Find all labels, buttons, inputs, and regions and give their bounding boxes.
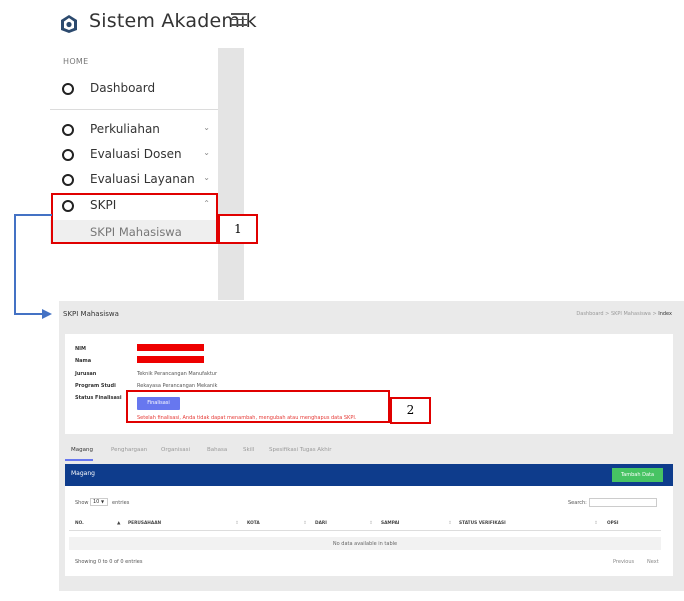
nama-label: Nama [75, 358, 92, 364]
sidebar-item-label: Dashboard [90, 81, 156, 95]
nim-redacted [137, 344, 204, 351]
sort-icon: ⇕ [369, 521, 373, 526]
prodi-value: Rekayasa Perancangan Mekanik [137, 383, 218, 389]
pagination-next[interactable]: Next [647, 559, 659, 565]
sort-asc-icon: ▲ [117, 521, 121, 526]
highlight-box-1 [51, 193, 218, 244]
search-label: Search: [568, 500, 587, 506]
sidebar-item-label: Evaluasi Dosen [90, 147, 182, 161]
chevron-down-icon: ⌄ [203, 123, 210, 132]
breadcrumb-dashboard[interactable]: Dashboard [576, 311, 603, 317]
show-entries-suffix: entries [112, 500, 130, 506]
column-header-sampai[interactable]: SAMPAI [381, 521, 399, 526]
tab-spesifikasi-tugas-akhir[interactable]: Spesifikasi Tugas Akhir [269, 447, 332, 453]
column-header-perusahaan[interactable]: PERUSAHAAN [128, 521, 161, 526]
chevron-down-icon: ⌄ [203, 148, 210, 157]
sidebar-item-label: Perkuliahan [90, 122, 160, 136]
tab-penghargaan[interactable]: Penghargaan [111, 447, 147, 453]
empty-table-message: No data available in table [332, 541, 398, 547]
sort-icon: ⇕ [235, 521, 239, 526]
tab-skill[interactable]: Skill [243, 447, 254, 453]
breadcrumb-separator: > [605, 311, 610, 317]
sidebar-item-label: Evaluasi Layanan [90, 172, 195, 186]
sidebar-item-perkuliahan[interactable]: Perkuliahan ⌄ [50, 118, 218, 142]
status-label: Status Finalisasi [75, 395, 122, 401]
sidebar-section-home: HOME [63, 57, 89, 66]
show-entries-prefix: Show [75, 500, 89, 506]
chevron-down-icon: ⌄ [203, 173, 210, 182]
table-info: Showing 0 to 0 of 0 entries [75, 559, 143, 565]
sidebar-item-evaluasi-dosen[interactable]: Evaluasi Dosen ⌄ [50, 143, 218, 167]
table-header-divider [69, 530, 661, 531]
circle-icon [62, 83, 74, 95]
tab-bahasa[interactable]: Bahasa [207, 447, 227, 453]
breadcrumb-skpi-mahasiswa[interactable]: SKPI Mahasiswa [611, 311, 651, 317]
jurusan-label: Jurusan [75, 371, 97, 377]
magang-panel-title: Magang [71, 470, 95, 477]
logo-icon [61, 15, 77, 33]
content-background [218, 48, 244, 300]
circle-icon [62, 174, 74, 186]
highlight-box-2 [126, 390, 390, 423]
arrow-line [14, 214, 52, 216]
tab-magang[interactable]: Magang [71, 447, 93, 453]
search-input[interactable] [589, 498, 657, 507]
sidebar-item-evaluasi-layanan[interactable]: Evaluasi Layanan ⌄ [50, 168, 218, 192]
entries-select[interactable]: 10 ▼ [90, 498, 108, 506]
nim-label: NIM [75, 346, 87, 352]
sidebar: HOME Dashboard Perkuliahan ⌄ Evaluasi Do… [50, 48, 218, 300]
callout-1: 1 [218, 214, 258, 244]
tab-bar: Magang Penghargaan Organisasi Bahasa Ski… [65, 444, 673, 462]
active-tab-indicator [65, 459, 93, 461]
sidebar-divider [50, 109, 218, 110]
magang-panel-header: Magang [65, 464, 673, 486]
sort-icon: ⇕ [303, 521, 307, 526]
breadcrumb: Dashboard > SKPI Mahasiswa > Index [576, 311, 672, 317]
prodi-label: Program Studi [75, 383, 116, 389]
breadcrumb-separator: > [652, 311, 657, 317]
chevron-down-icon: ▼ [100, 499, 105, 504]
table-row: No data available in table [69, 537, 661, 550]
column-header-no[interactable]: NO. [75, 521, 84, 526]
skpi-page: SKPI Mahasiswa Dashboard > SKPI Mahasisw… [59, 301, 684, 591]
page-title: SKPI Mahasiswa [63, 310, 119, 318]
tambah-data-button[interactable]: Tambah Data [612, 468, 663, 482]
column-header-dari[interactable]: DARI [315, 521, 327, 526]
column-header-status-verifikasi[interactable]: STATUS VERIFIKASI [459, 521, 506, 526]
column-header-opsi[interactable]: OPSI [607, 521, 619, 526]
magang-table-card: Show 10 ▼ entries Search: NO. ▲ PERUSAHA… [65, 486, 673, 576]
arrow-head-icon [42, 309, 52, 319]
hamburger-menu-icon[interactable] [231, 13, 247, 27]
sidebar-item-dashboard[interactable]: Dashboard [50, 77, 218, 101]
arrow-line [14, 214, 16, 315]
callout-2: 2 [390, 397, 431, 424]
sort-icon: ⇕ [448, 521, 452, 526]
pagination-previous[interactable]: Previous [613, 559, 634, 565]
sort-icon: ⇕ [594, 521, 598, 526]
jurusan-value: Teknik Perancangan Manufaktur [137, 371, 218, 377]
circle-icon [62, 124, 74, 136]
nama-redacted [137, 356, 204, 363]
app-header: Sistem Akademik [45, 0, 257, 48]
breadcrumb-index: Index [658, 311, 672, 317]
entries-select-value: 10 [93, 499, 100, 505]
circle-icon [62, 149, 74, 161]
tab-organisasi[interactable]: Organisasi [161, 447, 190, 453]
column-header-kota[interactable]: KOTA [247, 521, 260, 526]
